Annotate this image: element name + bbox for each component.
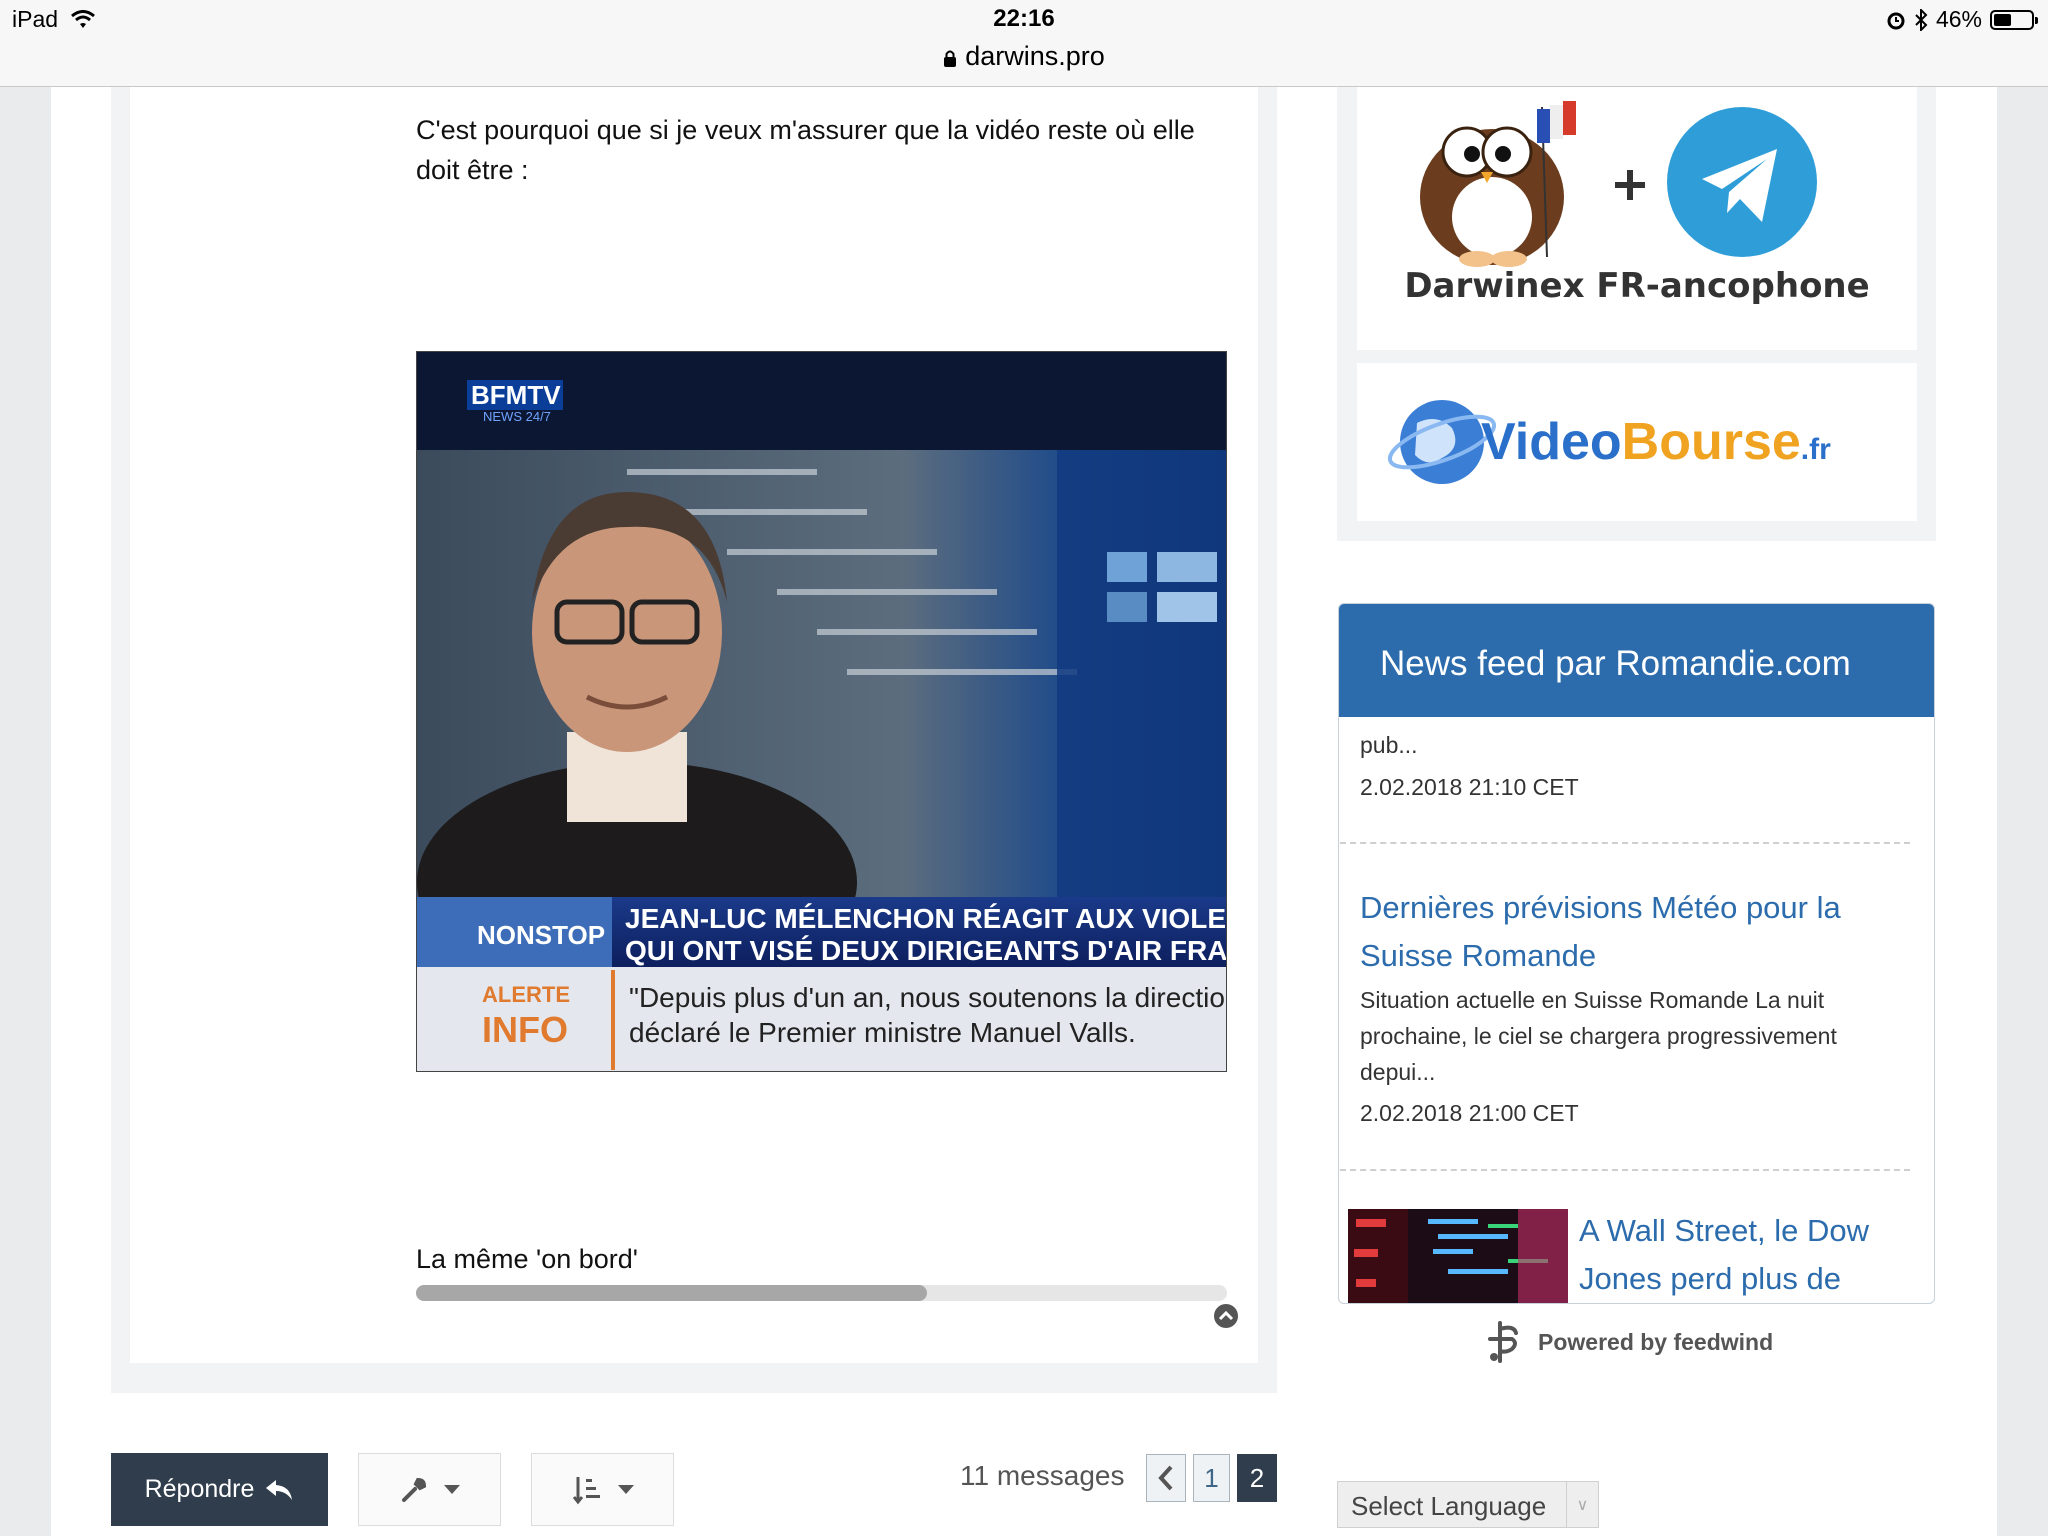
back-to-top-button[interactable] bbox=[1214, 1304, 1238, 1328]
chevron-up-icon bbox=[1218, 1310, 1234, 1321]
feedwind-logo-icon bbox=[1488, 1321, 1518, 1363]
sort-icon bbox=[572, 1476, 600, 1504]
status-right: 46% bbox=[1886, 6, 2038, 33]
bluetooth-icon bbox=[1915, 8, 1928, 31]
chevron-down-icon: ∨ bbox=[1566, 1482, 1598, 1527]
quote-line-1: "Depuis plus d'un an, nous soutenons la … bbox=[629, 982, 1227, 1013]
ios-status-bar: iPad 22:16 darwins.pro 46% bbox=[0, 0, 2048, 87]
wrench-icon bbox=[401, 1477, 426, 1502]
feed-item-3-thumbnail[interactable] bbox=[1348, 1209, 1568, 1303]
news-feed-widget: News feed par Romandie.com pub... 2.02.2… bbox=[1338, 603, 1935, 1304]
powered-by-text: Powered by feedwind bbox=[1538, 1328, 1774, 1355]
feed-item-2-date: 2.02.2018 21:00 CET bbox=[1360, 1100, 1579, 1126]
feed-item-2-snippet-line-1: Situation actuelle en Suisse Romande La … bbox=[1360, 987, 1825, 1013]
tools-dropdown-button[interactable] bbox=[358, 1453, 501, 1526]
feed-item-3-title-line-2[interactable]: Jones perd plus de bbox=[1579, 1255, 1841, 1303]
channel-sub-text: NEWS 24/7 bbox=[483, 409, 551, 424]
feed-item-3-title-line-1[interactable]: A Wall Street, le Dow bbox=[1579, 1207, 1869, 1255]
url-text: darwins.pro bbox=[965, 41, 1105, 71]
feed-item-2-title-line-1[interactable]: Dernières prévisions Météo pour la bbox=[1360, 884, 1841, 932]
feed-item-1-snippet: pub... bbox=[1360, 732, 1418, 758]
feed-item-1-date: 2.02.2018 21:10 CET bbox=[1360, 774, 1579, 800]
feed-item-2-title-line-2[interactable]: Suisse Romande bbox=[1360, 932, 1596, 980]
videobourse-text: VideoBourse.fr bbox=[1481, 413, 1831, 471]
lock-icon bbox=[944, 50, 957, 67]
telegram-banner-text: Darwinex FR-ancophone bbox=[1404, 266, 1869, 306]
reply-arrow-icon bbox=[266, 1479, 293, 1500]
headline-line-1: JEAN-LUC MÉLENCHON RÉAGIT AUX VIOLE bbox=[625, 903, 1226, 934]
feed-divider bbox=[1340, 1169, 1910, 1171]
caret-down-icon bbox=[617, 1484, 634, 1494]
caret-down-icon bbox=[443, 1484, 460, 1494]
alarm-icon bbox=[1887, 12, 1905, 29]
powered-by-feedwind[interactable]: Powered by feedwind bbox=[1486, 1321, 1773, 1363]
embedded-video[interactable]: BFMTV NEWS 24/7 NONSTOP JEAN-LUC MÉLENCH… bbox=[416, 351, 1227, 1072]
feed-divider bbox=[1340, 842, 1910, 844]
headline-line-2: QUI ONT VISÉ DEUX DIRIGEANTS D'AIR FRA bbox=[625, 935, 1227, 966]
channel-logo-text: BFMTV bbox=[471, 380, 561, 410]
post-text: C'est pourquoi que si je veux m'assurer … bbox=[416, 115, 1195, 185]
language-select-label: Select Language bbox=[1351, 1491, 1547, 1521]
page-2-current[interactable]: 2 bbox=[1237, 1454, 1277, 1502]
battery-percent: 46% bbox=[1935, 6, 1982, 32]
reply-button[interactable]: Répondre bbox=[111, 1453, 328, 1526]
feed-item-2-snippet-line-2: prochaine, le ciel se chargera progressi… bbox=[1360, 1023, 1837, 1049]
telegram-banner[interactable]: Darwinex FR-ancophone bbox=[1357, 87, 1917, 350]
videobourse-banner[interactable]: VideoBourse.fr bbox=[1357, 363, 1917, 521]
battery-icon bbox=[1990, 9, 2038, 30]
feed-item-2-snippet-line-3: depui... bbox=[1360, 1059, 1436, 1085]
quote-line-2: déclaré le Premier ministre Manuel Valls… bbox=[629, 1017, 1136, 1048]
clock: 22:16 bbox=[993, 5, 1055, 32]
video-frame-image: BFMTV NEWS 24/7 NONSTOP JEAN-LUC MÉLENCH… bbox=[417, 352, 1227, 1071]
alert-tag-1: ALERTE bbox=[482, 982, 570, 1007]
message-count: 11 messages bbox=[960, 1460, 1125, 1491]
page-1-link[interactable]: 1 bbox=[1193, 1454, 1230, 1502]
alert-tag-2: INFO bbox=[482, 1009, 568, 1050]
reply-label: Répondre bbox=[144, 1475, 255, 1503]
previous-page-button[interactable] bbox=[1146, 1454, 1186, 1502]
language-select[interactable]: Select Language ∨ bbox=[1337, 1481, 1599, 1528]
video-caption: La même 'on bord' bbox=[416, 1244, 638, 1274]
stock-board-image bbox=[1348, 1209, 1568, 1303]
horizontal-scrollbar[interactable] bbox=[416, 1285, 1227, 1301]
sort-dropdown-button[interactable] bbox=[531, 1453, 674, 1526]
news-feed-title: News feed par Romandie.com bbox=[1339, 604, 1934, 717]
ticker-tag: NONSTOP bbox=[477, 920, 605, 950]
chevron-left-icon bbox=[1158, 1465, 1173, 1491]
address-bar[interactable]: darwins.pro bbox=[0, 41, 2048, 72]
owl-logo-icon: Darwinex FR-ancophone bbox=[1404, 101, 1870, 306]
scrollbar-thumb[interactable] bbox=[416, 1285, 927, 1301]
globe-icon: VideoBourse.fr bbox=[1387, 400, 1831, 484]
